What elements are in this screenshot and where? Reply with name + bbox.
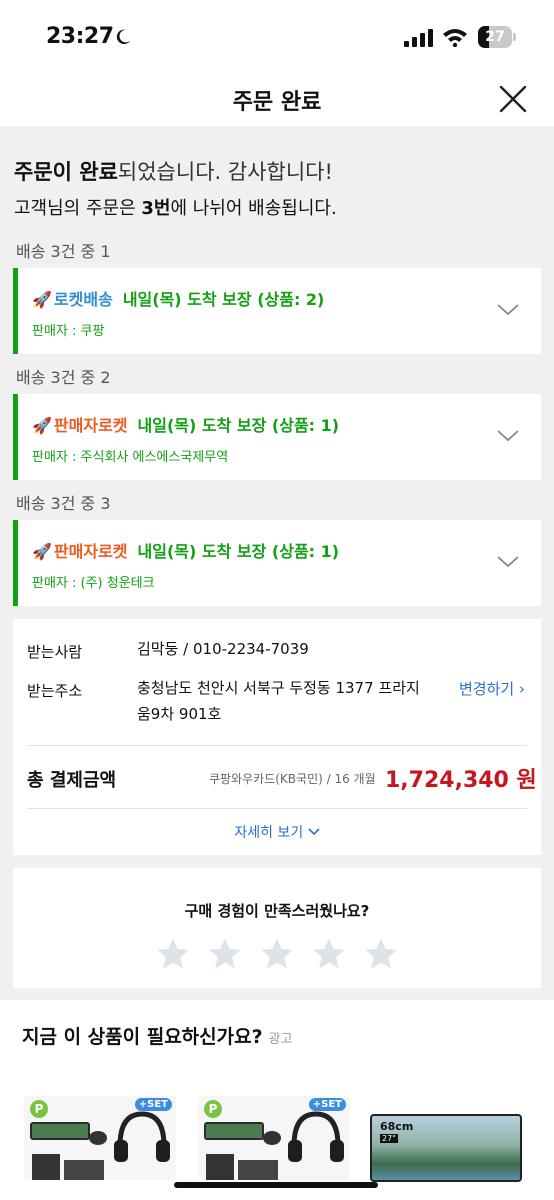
shipment-type: 로켓배송 xyxy=(53,290,113,309)
seller-name: 판매자 : (주) 청운테크 xyxy=(32,576,155,591)
shipment-info: 내일(목) 도착 보장 (상품: 2) xyxy=(122,290,325,309)
view-details-link[interactable]: 자세히 보기 xyxy=(13,822,541,842)
wifi-icon xyxy=(443,29,467,47)
inch-label: 27" xyxy=(380,1134,398,1143)
star-icon[interactable] xyxy=(155,936,191,972)
product-card[interactable]: 68cm 27" xyxy=(370,1114,522,1182)
star-icon[interactable] xyxy=(207,936,243,972)
seller-name: 판매자 : 주식회사 에스에스국제무역 xyxy=(32,450,229,465)
recipient-value: 김막둥 / 010-2234-7039 xyxy=(137,640,309,658)
product-card[interactable]: P +SET xyxy=(198,1096,350,1180)
rating-question: 구매 경험이 만족스러웠나요? xyxy=(184,902,370,920)
ad-label: 광고 xyxy=(268,1032,293,1047)
chevron-down-icon[interactable] xyxy=(496,554,520,570)
size-label: 68cm xyxy=(380,1120,414,1133)
rocket-icon: 🚀 xyxy=(32,290,52,309)
shipment-split-notice: 고객님의 주문은 3번에 나뉘어 배송됩니다. xyxy=(14,198,337,219)
status-bar: 23:27 27 xyxy=(0,0,554,72)
total-payment-label: 총 결제금액 xyxy=(27,770,117,791)
close-icon[interactable] xyxy=(496,82,530,116)
address-label: 받는주소 xyxy=(27,682,83,700)
total-payment-amount: 1,724,340 원 xyxy=(385,768,537,793)
seller-name: 판매자 : 쿠팡 xyxy=(32,324,105,339)
set-badge: +SET xyxy=(134,1098,172,1111)
star-icon[interactable] xyxy=(363,936,399,972)
product-card[interactable]: P +SET xyxy=(24,1096,176,1180)
set-badge: +SET xyxy=(308,1098,346,1111)
satisfaction-rating-card: 구매 경험이 만족스러웠나요? xyxy=(13,868,541,988)
battery-icon: 27 xyxy=(478,26,516,48)
chevron-right-icon: › xyxy=(518,680,525,698)
rocket-icon: 🚀 xyxy=(32,542,52,561)
shipment-group-label: 배송 3건 중 1 xyxy=(16,242,111,261)
star-icon[interactable] xyxy=(311,936,347,972)
change-address-link[interactable]: 변경하기 › xyxy=(459,678,525,699)
shipment-info: 내일(목) 도착 보장 (상품: 1) xyxy=(137,416,340,435)
address-value: 충청남도 천안시 서북구 두정동 1377 프라지 움9차 901호 xyxy=(137,679,420,723)
home-indicator xyxy=(174,1182,378,1188)
star-icon[interactable] xyxy=(259,936,295,972)
shipment-group-label: 배송 3건 중 2 xyxy=(16,368,111,387)
shipment-type: 판매자로켓 xyxy=(53,416,128,435)
chevron-down-icon[interactable] xyxy=(496,428,520,444)
cellular-signal-icon xyxy=(404,29,433,47)
payment-method: 쿠팡와우카드(KB국민) / 16 개월 xyxy=(209,772,376,786)
recipient-label: 받는사람 xyxy=(27,643,83,661)
status-time: 23:27 xyxy=(46,24,114,49)
shipment-card[interactable]: 🚀 판매자로켓 내일(목) 도착 보장 (상품: 1) 판매자 : (주) 청운테크 xyxy=(13,520,541,606)
delivery-payment-card: 받는사람 김막둥 / 010-2234-7039 받는주소 충청남도 천안시 서… xyxy=(13,619,541,855)
divider xyxy=(27,808,527,809)
chevron-down-icon xyxy=(308,828,320,836)
recommendation-section: 지금 이 상품이 필요하신가요? 광고 P +SET P +SET 68cm 2… xyxy=(0,1000,554,1200)
chevron-down-icon[interactable] xyxy=(496,302,520,318)
shipment-card[interactable]: 🚀 로켓배송 내일(목) 도착 보장 (상품: 2) 판매자 : 쿠팡 xyxy=(13,268,541,354)
page-title: 주문 완료 xyxy=(232,90,322,115)
brand-badge: P xyxy=(204,1100,222,1118)
completion-headline: 주문이 완료되었습니다. 감사합니다! xyxy=(14,160,333,184)
recommendation-title: 지금 이 상품이 필요하신가요? 광고 xyxy=(22,1026,293,1048)
moon-icon xyxy=(116,29,131,45)
shipment-card[interactable]: 🚀 판매자로켓 내일(목) 도착 보장 (상품: 1) 판매자 : 주식회사 에스에… xyxy=(13,394,541,480)
battery-level: 27 xyxy=(485,29,505,45)
divider xyxy=(27,745,527,746)
brand-badge: P xyxy=(30,1100,48,1118)
nav-bar: 주문 완료 xyxy=(0,72,554,126)
shipment-group-label: 배송 3건 중 3 xyxy=(16,494,111,513)
rocket-icon: 🚀 xyxy=(32,416,52,435)
shipment-info: 내일(목) 도착 보장 (상품: 1) xyxy=(137,542,340,561)
shipment-type: 판매자로켓 xyxy=(53,542,128,561)
